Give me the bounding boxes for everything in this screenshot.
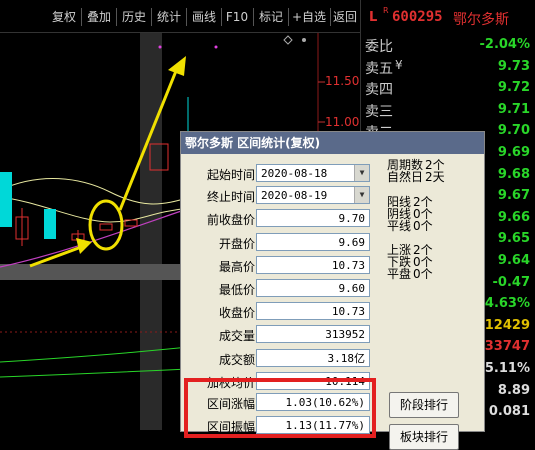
field-value-text: 9.69 [338, 236, 366, 249]
field-label: 终止时间 [206, 190, 255, 204]
field-value: 9.70 [256, 209, 370, 227]
toolbar-fuquan-button[interactable]: 复权 [48, 8, 80, 26]
sector-ranking-button[interactable]: 板块排行 [389, 424, 459, 450]
start-date-picker[interactable]: 2020-08-18 ▼ [256, 164, 370, 182]
field-value: 10.73 [256, 256, 370, 274]
toolbar-separator [151, 8, 152, 26]
toolbar: 复权 叠加 历史 统计 画线 F10 标记 +自选 返回 [0, 0, 360, 33]
field-label: 最低价 [218, 283, 255, 297]
stat-label: 平盘 [387, 267, 412, 281]
field-value-text: 10.73 [331, 259, 365, 272]
quote-row-value: 9.65 [497, 231, 530, 247]
quote-row-label: 卖五 [365, 60, 393, 77]
field-value-text: 9.70 [338, 212, 366, 225]
quote-row-value: 9.67 [497, 188, 530, 204]
field-value-text: 313952 [325, 328, 365, 341]
toolbar-separator [221, 8, 222, 26]
quote-row-value: 9.70 [497, 123, 530, 139]
dialog-title: 鄂尔多斯 区间统计(复权) [185, 136, 321, 150]
price-label-11-50: 11.50 [325, 74, 360, 88]
quote-row-value: 5.11% [484, 361, 530, 376]
quote-row-value: 9.73 [497, 58, 530, 74]
toolbar-separator [116, 8, 117, 26]
stat-item: 平线 0个 [387, 220, 433, 232]
toolbar-mark-button[interactable]: 标记 [255, 8, 287, 26]
quote-row: 卖五 ¥9.73 [361, 56, 535, 78]
quote-row-label: 卖四 [365, 82, 393, 99]
toolbar-back-button[interactable]: 返回 [331, 8, 359, 26]
stock-code: 600295 [392, 9, 443, 25]
field-value-text: 2020-08-19 [261, 189, 328, 202]
field-label: 开盘价 [218, 237, 255, 251]
dialog-title-bar[interactable]: 鄂尔多斯 区间统计(复权) [181, 132, 484, 154]
stage-ranking-button[interactable]: 阶段排行 [389, 392, 459, 418]
toolbar-separator [81, 8, 82, 26]
quote-row-label: 委比 [365, 39, 393, 55]
stat-label: 平线 [387, 219, 412, 233]
quote-row-value: 9.64 [497, 253, 530, 268]
quote-row-value: 9.69 [497, 145, 530, 160]
stock-name: 鄂尔多斯 [453, 12, 509, 28]
highlight-box [184, 378, 376, 438]
field-label: 成交额 [218, 353, 255, 367]
stat-item: 自然日 2天 [387, 171, 445, 183]
toolbar-stats-button[interactable]: 统计 [153, 8, 185, 26]
toolbar-overlay-button[interactable]: 叠加 [83, 8, 115, 26]
quote-row-suffix: ¥ [395, 57, 403, 72]
stat-value: 0个 [413, 219, 433, 233]
quote-row-value: 9.66 [497, 209, 530, 225]
toolbar-f10-button[interactable]: F10 [223, 8, 251, 26]
quote-row-value: -2.04% [479, 37, 531, 52]
toolbar-add-watchlist-button[interactable]: +自选 [289, 8, 329, 26]
toolbar-separator [253, 8, 254, 26]
quote-row-value: -0.47 [492, 274, 530, 290]
field-value: 3.18亿 [256, 349, 370, 367]
field-value-text: 3.18亿 [327, 352, 366, 365]
quote-row-value: 0.081 [488, 404, 530, 420]
quote-row: 卖四 9.72 [361, 77, 535, 99]
toolbar-draw-button[interactable]: 画线 [188, 8, 220, 26]
field-value-text: 10.73 [331, 305, 365, 318]
stat-label: 自然日 [387, 170, 424, 184]
quote-row: 卖三 9.71 [361, 99, 535, 121]
stat-item: 平盘 0个 [387, 268, 433, 280]
toolbar-history-button[interactable]: 历史 [118, 8, 150, 26]
quote-row-value: -4.63% [479, 296, 531, 312]
field-label: 成交量 [218, 329, 255, 343]
quote-row: 委比 -2.04% [361, 34, 535, 56]
stat-value: 0个 [413, 267, 433, 281]
field-label: 收盘价 [218, 306, 255, 320]
quote-row-value: 9.71 [497, 101, 530, 117]
chevron-down-icon[interactable]: ▼ [354, 187, 369, 203]
margin-marker-R: R [383, 6, 389, 15]
field-label: 最高价 [218, 260, 255, 274]
chevron-down-icon[interactable]: ▼ [354, 165, 369, 181]
margin-marker-L: L [369, 10, 378, 25]
end-date-picker[interactable]: 2020-08-19 ▼ [256, 186, 370, 204]
toolbar-separator [186, 8, 187, 26]
quote-row-value: 8.89 [497, 382, 530, 398]
field-value: 9.60 [256, 279, 370, 297]
field-value-text: 9.60 [338, 282, 366, 295]
quote-row-label: 卖三 [365, 103, 393, 120]
quote-row-value: 9.68 [497, 166, 530, 182]
field-label: 起始时间 [206, 168, 255, 182]
field-value: 9.69 [256, 233, 370, 251]
field-value: 313952 [256, 325, 370, 343]
field-value-text: 2020-08-18 [261, 167, 328, 180]
price-label-11-00: 11.00 [325, 115, 360, 129]
quote-header: L R 600295 鄂尔多斯 [361, 6, 535, 28]
field-value: 10.73 [256, 302, 370, 320]
quote-row-value: 9.72 [497, 80, 530, 96]
stat-value: 2天 [425, 170, 445, 184]
field-label: 前收盘价 [206, 213, 255, 227]
